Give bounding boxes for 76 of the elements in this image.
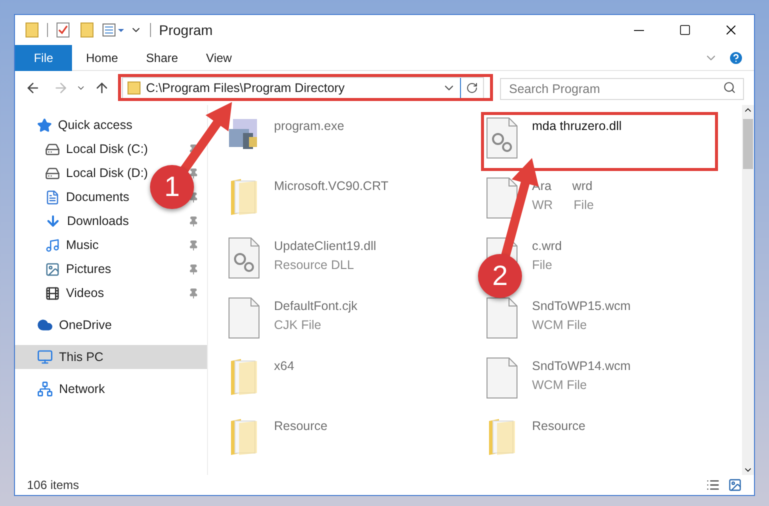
document-icon	[485, 177, 519, 219]
address-path: C:\Program Files\Program Directory	[146, 80, 345, 97]
settings-file-icon	[227, 237, 261, 279]
music-note-icon	[45, 238, 60, 252]
maximize-icon	[679, 24, 691, 36]
refresh-icon[interactable]	[466, 82, 478, 94]
file-name[interactable]: UpdateClient19.dll	[274, 237, 376, 256]
ribbon-tab[interactable]: View	[192, 44, 246, 70]
sidebar-item[interactable]: Pictures	[45, 257, 112, 281]
file-name[interactable]: Resource	[274, 417, 328, 436]
folder-icon	[229, 357, 259, 397]
pin-icon[interactable]	[188, 216, 199, 226]
document-icon	[45, 190, 60, 204]
help-icon[interactable]	[728, 50, 744, 66]
folder-icon	[229, 417, 259, 457]
folder-icon	[487, 417, 517, 457]
download-icon	[45, 213, 61, 229]
picture-icon	[45, 262, 60, 276]
folder-icon	[80, 22, 94, 38]
sidebar-item[interactable]: OneDrive	[15, 313, 207, 337]
sidebar-item[interactable]: Network	[15, 377, 207, 401]
document-icon	[227, 297, 261, 339]
file-name[interactable]: x64	[274, 357, 294, 376]
file-type: CJK File	[274, 316, 322, 334]
address-bar[interactable]: C:\Program Files\Program Directory	[122, 77, 484, 99]
window-title: Program	[159, 20, 213, 40]
file-name[interactable]: SndToWP14.wcm	[532, 357, 631, 376]
sidebar-item[interactable]: Quick access	[15, 113, 207, 137]
search-icon	[723, 81, 736, 94]
sidebar-item[interactable]: Local Disk (C:)	[45, 137, 148, 161]
file-type: File	[532, 256, 554, 274]
file-name[interactable]: mda thruzero.dll	[532, 117, 622, 136]
search-field[interactable]: Search Program	[500, 78, 744, 100]
file-name[interactable]: SndToWP15.wcm	[532, 297, 631, 316]
scroll-thumb[interactable]	[743, 119, 753, 169]
film-icon	[45, 286, 60, 300]
pin-icon[interactable]	[188, 264, 199, 274]
sidebar-item[interactable]: Documents	[45, 185, 130, 209]
file-name[interactable]: Resource	[532, 417, 586, 436]
ribbon-tab[interactable]: Home	[72, 44, 132, 70]
file-tab[interactable]: File	[15, 44, 72, 70]
drive-icon	[45, 142, 60, 156]
file-name[interactable]: c.wrd	[532, 237, 562, 256]
folder-icon	[25, 22, 39, 38]
document-icon	[485, 357, 519, 399]
pin-icon[interactable]	[188, 288, 199, 298]
folder-icon	[127, 81, 142, 95]
cloud-icon	[37, 317, 53, 333]
star-icon	[37, 118, 52, 132]
document-icon	[485, 297, 519, 339]
file-type: Resource DLL	[274, 256, 355, 274]
sidebar-item[interactable]: This PC	[15, 345, 207, 369]
drive-icon	[45, 166, 60, 180]
file-name[interactable]: program.exe	[274, 117, 344, 136]
file-type: WR File	[532, 196, 594, 214]
file-name[interactable]: Microsoft.VC90.CRT	[274, 177, 388, 196]
item-count: 106 items	[27, 477, 80, 494]
settings-file-icon	[485, 117, 519, 159]
computer-icon	[37, 349, 53, 365]
pin-icon[interactable]	[188, 168, 199, 178]
properties-icon	[102, 23, 124, 37]
network-icon	[37, 381, 53, 397]
ribbon-tab[interactable]: Share	[132, 44, 192, 70]
sidebar-item[interactable]: Local Disk (D:)	[45, 161, 148, 185]
folder-icon	[229, 177, 259, 217]
checklist-icon	[56, 22, 70, 38]
sidebar-item[interactable]: Videos	[45, 281, 104, 305]
file-type: WCM File	[532, 316, 588, 334]
large-icons-view-icon[interactable]	[728, 478, 742, 492]
file-type: WCM File	[532, 376, 588, 394]
sidebar-item[interactable]: Music	[45, 233, 99, 257]
pin-icon[interactable]	[188, 240, 199, 250]
file-name[interactable]: DefaultFont.cjk	[274, 297, 358, 316]
scrollbar[interactable]	[742, 105, 754, 475]
sidebar-item[interactable]: Downloads	[45, 209, 129, 233]
details-view-icon[interactable]	[706, 478, 720, 492]
